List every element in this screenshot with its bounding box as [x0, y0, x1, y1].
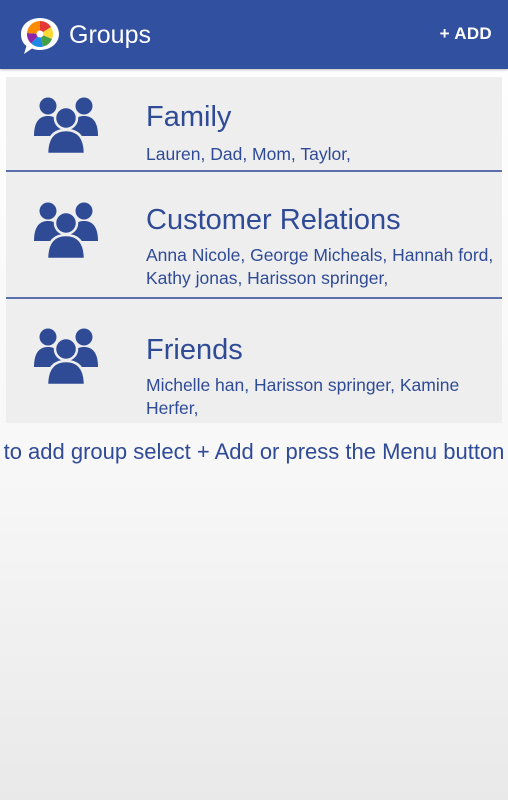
group-row-customer-relations[interactable]: Customer Relations Anna Nicole, George M…	[6, 172, 502, 299]
group-list: Family Lauren, Dad, Mom, Taylor, Custome…	[6, 77, 502, 423]
group-name: Family	[146, 101, 232, 133]
group-people-icon	[34, 97, 98, 154]
add-group-hint: to add group select + Add or press the M…	[3, 439, 505, 464]
group-members: Lauren, Dad, Mom, Taylor,	[146, 144, 351, 164]
group-members: Anna Nicole, George Micheals, Hannah for…	[146, 245, 494, 288]
app-logo-icon	[21, 18, 59, 54]
group-name: Friends	[146, 334, 243, 366]
group-members: Michelle han, Harisson springer, Kamine …	[146, 375, 460, 418]
app-title: Groups	[69, 21, 151, 49]
group-row-friends[interactable]: Friends Michelle han, Harisson springer,…	[6, 299, 502, 423]
group-name: Customer Relations	[146, 204, 401, 236]
group-people-icon	[34, 202, 98, 259]
group-row-family[interactable]: Family Lauren, Dad, Mom, Taylor,	[6, 77, 502, 172]
group-people-icon	[34, 328, 98, 385]
add-group-button[interactable]: + ADD	[440, 24, 492, 44]
app-bar: Groups + ADD	[0, 0, 508, 69]
